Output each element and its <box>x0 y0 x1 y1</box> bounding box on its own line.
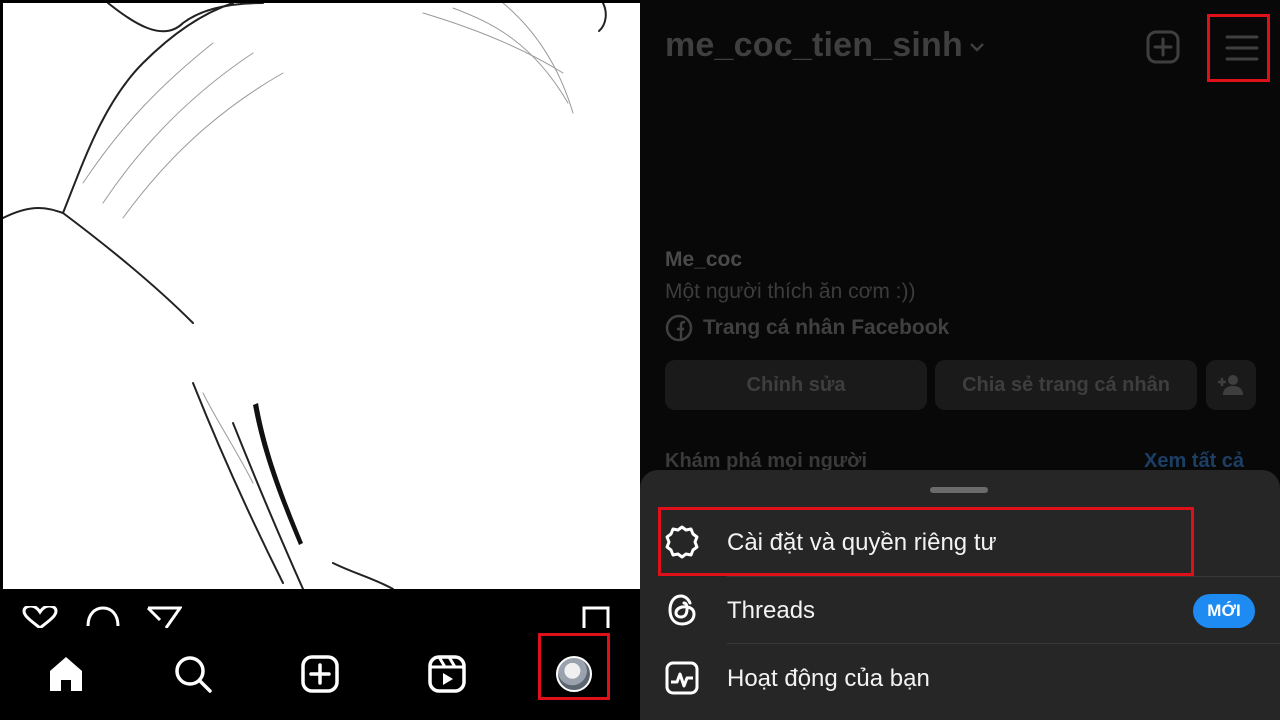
divider <box>727 643 1280 644</box>
highlight-profile-box <box>538 633 610 700</box>
sheet-drag-handle[interactable] <box>930 487 988 493</box>
nav-create[interactable] <box>292 646 348 702</box>
search-icon <box>175 656 212 693</box>
create-button[interactable] <box>1146 30 1180 69</box>
facebook-icon <box>665 314 693 342</box>
post-image[interactable] <box>3 3 640 589</box>
facebook-link-label: Trang cá nhân Facebook <box>703 316 950 339</box>
profile-bio: Một người thích ăn cơm :)) <box>665 280 916 303</box>
highlight-menu-box <box>1207 14 1270 82</box>
create-icon <box>301 655 339 693</box>
menu-item-label: Threads <box>727 597 816 624</box>
discover-people-button[interactable] <box>1206 360 1256 410</box>
left-panel <box>0 0 640 720</box>
plus-square-icon <box>1146 30 1180 64</box>
highlight-settings-box <box>658 507 1194 576</box>
post-actions-bar <box>0 596 640 630</box>
menu-item-activity[interactable]: Hoạt động của bạn <box>640 646 1280 710</box>
profile-display-name: Me_coc <box>665 248 743 271</box>
edit-profile-button[interactable]: Chỉnh sửa <box>665 360 927 410</box>
bottom-nav <box>0 628 640 720</box>
activity-icon <box>664 660 700 696</box>
home-icon <box>50 657 82 691</box>
new-badge: MỚI <box>1193 594 1255 628</box>
threads-icon <box>664 592 700 628</box>
username-switcher[interactable]: me_coc_tien_sinh <box>665 26 985 65</box>
nav-search[interactable] <box>165 646 221 702</box>
nav-reels[interactable] <box>419 646 475 702</box>
menu-item-label: Hoạt động của bạn <box>727 665 930 692</box>
share-profile-button[interactable]: Chia sẻ trang cá nhân <box>935 360 1197 410</box>
menu-item-threads[interactable]: Threads MỚI <box>640 578 1280 642</box>
chevron-down-icon <box>969 35 985 58</box>
facebook-link[interactable]: Trang cá nhân Facebook <box>665 314 949 342</box>
sketch-illustration <box>3 3 640 589</box>
username: me_coc_tien_sinh <box>665 26 963 64</box>
reels-icon <box>428 655 466 693</box>
add-person-icon <box>1218 375 1243 395</box>
nav-home[interactable] <box>38 646 94 702</box>
right-panel: me_coc_tien_sinh Me_coc Một người thích … <box>640 0 1280 720</box>
divider <box>727 576 1280 577</box>
